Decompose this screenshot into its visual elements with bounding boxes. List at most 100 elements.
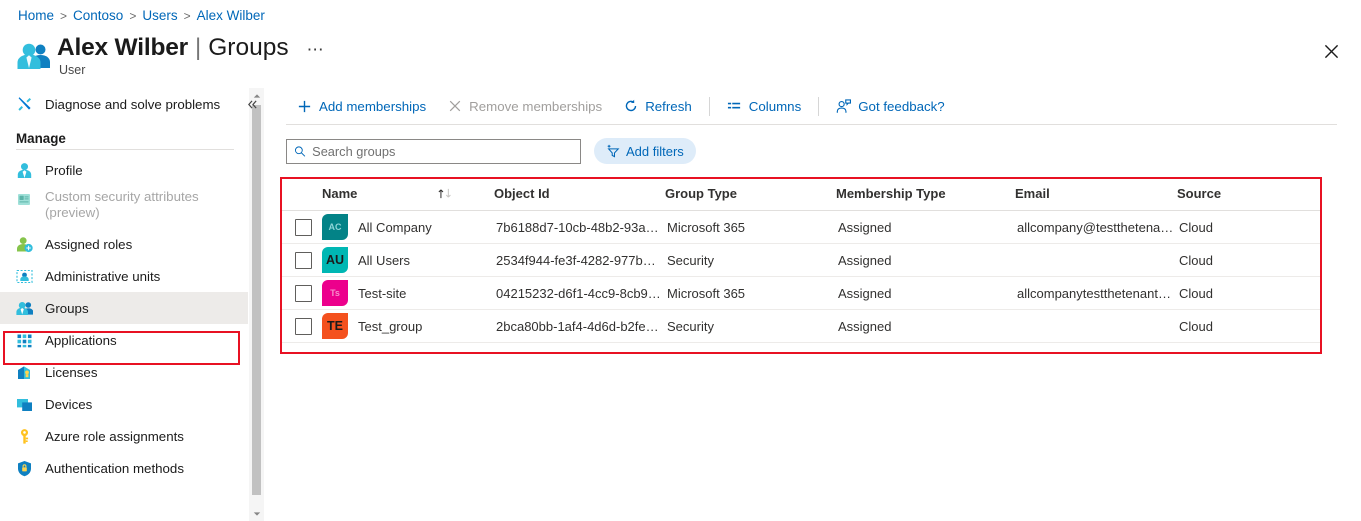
column-header-object-id[interactable]: Object Id bbox=[494, 177, 665, 211]
column-header-name[interactable]: Name bbox=[322, 177, 494, 211]
sidebar-item-label: Administrative units bbox=[45, 268, 161, 284]
sidebar-item-label: Assigned roles bbox=[45, 236, 133, 252]
column-header-email[interactable]: Email bbox=[1015, 177, 1177, 211]
column-header-membership-type[interactable]: Membership Type bbox=[836, 177, 1015, 211]
azure-portal-user-groups-page: Home > Contoso > Users > Alex Wilber Ale… bbox=[0, 0, 1361, 521]
scroll-down-arrow-icon[interactable] bbox=[249, 506, 264, 521]
select-all-header bbox=[280, 177, 322, 211]
refresh-icon bbox=[625, 99, 637, 112]
columns-button[interactable]: Columns bbox=[716, 92, 812, 120]
licenses-icon bbox=[16, 364, 33, 381]
group-name[interactable]: Test_group bbox=[358, 319, 430, 334]
breadcrumb-item-contoso[interactable]: Contoso bbox=[73, 8, 123, 23]
group-name[interactable]: All Company bbox=[358, 220, 440, 235]
toolbar-divider bbox=[286, 124, 1337, 125]
group-avatar: AC bbox=[322, 214, 348, 240]
source-cell: Cloud bbox=[1177, 309, 1322, 343]
row-checkbox-cell[interactable] bbox=[280, 309, 322, 343]
collapse-sidebar-button[interactable] bbox=[243, 95, 261, 113]
table-row[interactable]: AC All Company 7b6188d7-10cb-48b2-93a… M… bbox=[280, 210, 1322, 244]
row-checkbox-cell[interactable] bbox=[280, 243, 322, 277]
group-name-cell: TE Test_group bbox=[322, 309, 494, 343]
row-checkbox[interactable] bbox=[295, 284, 312, 302]
remove-memberships-button: Remove memberships bbox=[437, 92, 613, 120]
object-id-cell: 04215232-d6f1-4cc9-8cb9… bbox=[494, 276, 665, 310]
feedback-person-icon bbox=[836, 98, 852, 113]
applications-icon bbox=[16, 332, 33, 349]
column-header-label: Email bbox=[1015, 186, 1050, 201]
breadcrumb-item-alex-wilber[interactable]: Alex Wilber bbox=[197, 8, 265, 23]
sidebar-item-devices[interactable]: Devices bbox=[0, 388, 248, 420]
sidebar-item-azure-role-assignments[interactable]: Azure role assignments bbox=[0, 420, 248, 452]
sidebar-item-assigned-roles[interactable]: Assigned roles bbox=[0, 228, 248, 260]
breadcrumb-item-users[interactable]: Users bbox=[142, 8, 177, 23]
sidebar-item-applications[interactable]: Applications bbox=[0, 324, 248, 356]
sidebar-item-profile[interactable]: Profile bbox=[0, 154, 248, 186]
email-cell bbox=[1015, 309, 1177, 343]
breadcrumb-separator: > bbox=[60, 8, 68, 23]
row-checkbox[interactable] bbox=[295, 218, 312, 236]
sidebar-item-label: Licenses bbox=[45, 364, 98, 380]
group-name-cell: AC All Company bbox=[322, 210, 494, 244]
group-type-cell: Microsoft 365 bbox=[665, 210, 836, 244]
breadcrumb: Home > Contoso > Users > Alex Wilber bbox=[18, 8, 265, 23]
column-header-label: Object Id bbox=[494, 186, 550, 201]
scrollbar-thumb[interactable] bbox=[252, 105, 261, 495]
column-header-label: Source bbox=[1177, 186, 1222, 201]
email-cell: allcompanytestthetenant3… bbox=[1015, 276, 1177, 310]
membership-type-cell: Assigned bbox=[836, 309, 1015, 343]
sidebar-item-authentication-methods[interactable]: Authentication methods bbox=[0, 452, 248, 484]
group-type-cell: Microsoft 365 bbox=[665, 276, 836, 310]
page-section-title: Groups bbox=[208, 34, 289, 61]
toolbar-separator bbox=[818, 96, 820, 116]
table-row[interactable]: AU All Users 2534f944-fe3f-4282-977b… Se… bbox=[280, 243, 1322, 277]
sidebar-divider bbox=[16, 149, 234, 150]
column-header-group-type[interactable]: Group Type bbox=[665, 177, 836, 211]
row-checkbox-cell[interactable] bbox=[280, 210, 322, 244]
row-checkbox[interactable] bbox=[295, 317, 312, 335]
search-input[interactable] bbox=[312, 143, 573, 159]
breadcrumb-separator: > bbox=[183, 8, 191, 23]
table-row[interactable]: TE Test_group 2bca80bb-1af4-4d6d-b2fe… S… bbox=[280, 309, 1322, 343]
add-filters-button[interactable]: Add filters bbox=[594, 138, 696, 164]
sidebar-section-manage: Manage bbox=[16, 131, 66, 146]
group-name[interactable]: All Users bbox=[358, 253, 418, 268]
sidebar-item-label: Diagnose and solve problems bbox=[45, 96, 221, 112]
group-type-cell: Security bbox=[665, 309, 836, 343]
sidebar-item-administrative-units[interactable]: Administrative units bbox=[0, 260, 248, 292]
columns-icon bbox=[727, 102, 740, 108]
search-icon bbox=[294, 145, 306, 157]
sidebar-item-groups[interactable]: Groups bbox=[0, 292, 248, 324]
sidebar-item-licenses[interactable]: Licenses bbox=[0, 356, 248, 388]
close-button[interactable] bbox=[1318, 38, 1344, 64]
sort-indicator-icon[interactable] bbox=[437, 187, 456, 200]
table-row[interactable]: Ts Test-site 04215232-d6f1-4cc9-8cb9… Mi… bbox=[280, 276, 1322, 310]
sidebar-item-diagnose-and-solve-problems[interactable]: Diagnose and solve problems bbox=[0, 88, 248, 120]
shield-icon bbox=[16, 460, 33, 477]
breadcrumb-separator: > bbox=[129, 8, 137, 23]
row-checkbox-cell[interactable] bbox=[280, 276, 322, 310]
breadcrumb-item-home[interactable]: Home bbox=[18, 8, 54, 23]
main-content: Add memberships Remove memberships Refre… bbox=[276, 88, 1361, 521]
plus-icon bbox=[298, 100, 311, 112]
search-groups-box[interactable] bbox=[286, 138, 581, 164]
toolbar-separator bbox=[708, 96, 710, 116]
refresh-button[interactable]: Refresh bbox=[613, 92, 703, 120]
sidebar-scrollbar[interactable] bbox=[249, 88, 264, 521]
more-options-button[interactable]: ⋯ bbox=[307, 40, 326, 60]
column-header-label: Membership Type bbox=[836, 186, 946, 201]
sidebar-item-label: Profile bbox=[45, 162, 83, 178]
assigned-roles-icon bbox=[16, 236, 33, 253]
cross-icon bbox=[449, 100, 461, 112]
group-name[interactable]: Test-site bbox=[358, 286, 414, 301]
remove-memberships-label: Remove memberships bbox=[469, 98, 603, 114]
add-memberships-button[interactable]: Add memberships bbox=[286, 92, 437, 120]
page-subtitle: User bbox=[59, 63, 86, 77]
command-toolbar: Add memberships Remove memberships Refre… bbox=[276, 88, 1361, 124]
column-header-source[interactable]: Source bbox=[1177, 177, 1322, 211]
got-feedback-label: Got feedback? bbox=[858, 98, 945, 114]
got-feedback-button[interactable]: Got feedback? bbox=[825, 92, 956, 120]
row-checkbox[interactable] bbox=[295, 251, 312, 269]
group-type-cell: Security bbox=[665, 243, 836, 277]
column-header-label: Name bbox=[322, 186, 358, 201]
